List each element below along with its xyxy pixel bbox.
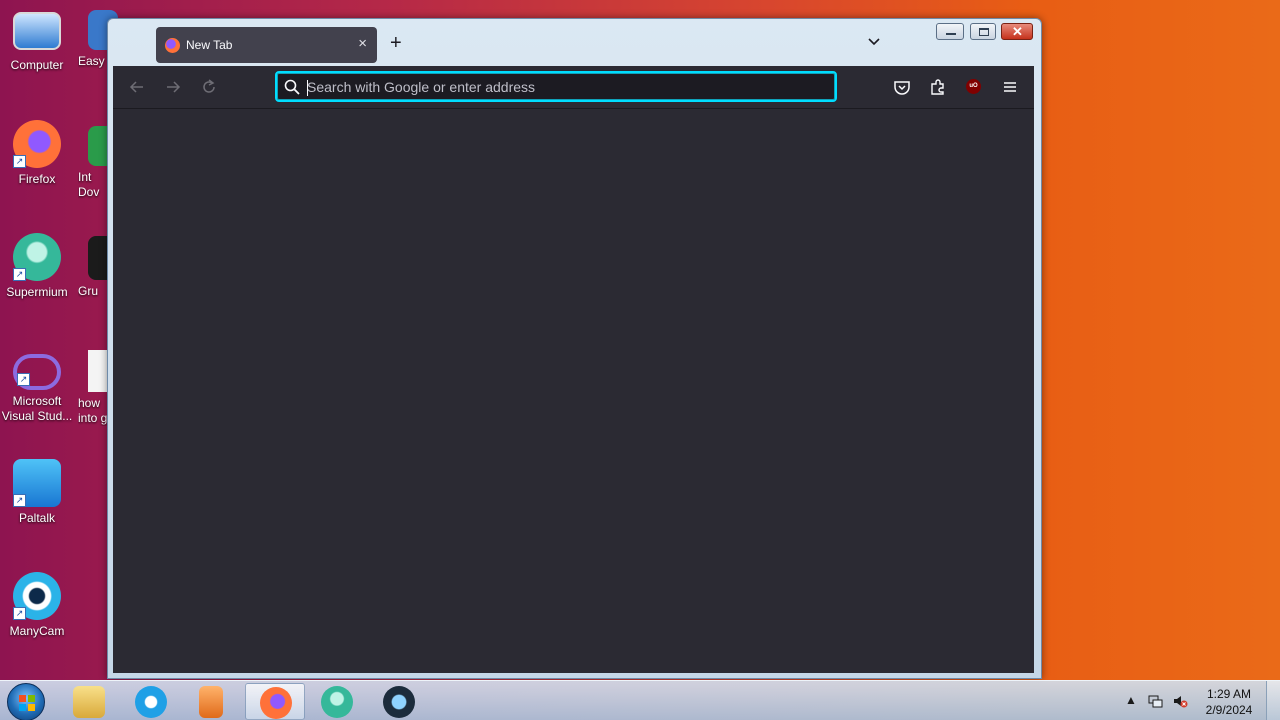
visual-studio-icon: ↗ [13,354,61,390]
pocket-icon [894,81,910,95]
desktop-icon-paltalk[interactable]: ↗ Paltalk [0,459,74,526]
paltalk-icon: ↗ [13,459,61,507]
ublock-origin-icon[interactable]: uO [966,79,981,94]
taskbar-file-explorer[interactable] [59,683,119,720]
clock-date: 2/9/2024 [1205,703,1253,717]
desktop-icon-label: Microsoft [12,394,62,408]
forward-button[interactable] [163,77,183,97]
reload-button[interactable] [199,77,219,97]
show-desktop-button[interactable] [1266,681,1280,720]
extensions-button[interactable] [928,77,948,97]
network-icon[interactable] [1147,693,1163,720]
firefox-icon [260,687,292,719]
supermium-icon [321,686,353,718]
reload-icon [203,79,215,93]
tab-title: New Tab [186,38,233,52]
nav-toolbar: uO [113,66,1034,108]
back-arrow-icon [129,81,143,93]
new-tab-button[interactable]: + [390,33,402,53]
clock-time: 1:29 AM [1206,687,1252,701]
minimize-icon [946,33,956,35]
maximize-icon [979,28,989,36]
minimize-button[interactable] [936,23,964,40]
url-input[interactable] [307,77,807,97]
desktop-icon-supermium[interactable]: ↗ Supermium [0,233,74,300]
firefox-icon [165,38,180,53]
puzzle-piece-icon [931,79,944,95]
desktop-icon-visual-studio[interactable]: ↗ Microsoft Visual Stud... [0,346,74,424]
desktop-icon-label: Computer [10,58,64,72]
desktop-icon-label: Visual Stud... [1,409,73,423]
show-hidden-icons-button[interactable]: ▲ [1125,693,1137,720]
supermium-icon: ↗ [13,233,61,281]
hamburger-menu-icon [1004,82,1016,92]
back-button[interactable] [127,77,147,97]
desktop-icon-computer[interactable]: Computer [0,8,74,73]
close-tab-button[interactable]: × [358,35,367,52]
close-icon: ✕ [1012,24,1023,39]
maximize-button[interactable] [970,23,996,40]
desktop-icon-label: Paltalk [18,511,56,525]
pocket-button[interactable] [892,77,912,97]
chevron-down-icon [868,38,880,46]
forward-arrow-icon [167,81,181,93]
desktop-icon-label: Firefox [18,172,56,186]
list-all-tabs-button[interactable] [868,36,880,48]
manycam-icon: ↗ [13,572,61,620]
text-caret [307,80,308,96]
computer-icon [13,12,61,50]
media-player-icon [199,686,223,718]
desktop-icon-firefox[interactable]: ↗ Firefox [0,120,74,187]
firefox-window: ✕ New Tab × + uO [107,18,1042,679]
close-window-button[interactable]: ✕ [1001,23,1033,40]
app-menu-button[interactable] [1000,77,1020,97]
desktop-icon-label: ManyCam [9,624,65,638]
address-bar[interactable] [275,71,837,102]
file-explorer-icon [73,686,105,718]
taskbar-firefox[interactable] [245,683,305,720]
desktop-icon-label: Supermium [6,285,68,299]
taskbar-settings-app[interactable] [369,683,429,720]
tab-new-tab[interactable]: New Tab × [156,27,377,63]
settings-app-icon [383,686,415,718]
taskbar-media-player[interactable] [181,683,241,720]
volume-muted-icon[interactable] [1172,693,1188,720]
internet-explorer-icon [135,686,167,718]
firefox-icon: ↗ [13,120,61,168]
desktop-icon-manycam[interactable]: ↗ ManyCam [0,572,74,639]
system-clock[interactable]: 1:29 AM 2/9/2024 [1200,686,1258,718]
taskbar: ▲ 1:29 AM 2/9/2024 [0,680,1280,720]
search-icon [284,79,300,95]
windows-logo-icon [19,695,35,711]
start-button[interactable] [7,683,45,720]
page-content [113,108,1034,673]
taskbar-internet-explorer[interactable] [121,683,181,720]
taskbar-supermium[interactable] [307,683,367,720]
